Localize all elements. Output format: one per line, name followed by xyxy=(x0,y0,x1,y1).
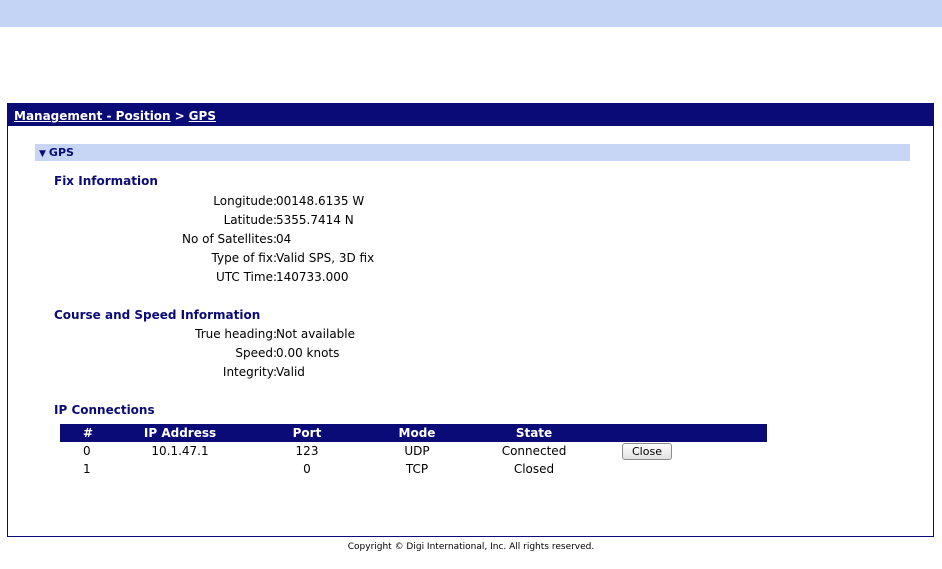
cell-port: 0 xyxy=(303,462,311,476)
cell-state: Connected xyxy=(501,444,567,458)
main-panel: Management - Position > GPS ▼ GPS Fix Infor… xyxy=(7,103,934,537)
cell-mode: TCP xyxy=(405,462,429,476)
latitude-label: Latitude: xyxy=(223,213,277,227)
fix-info-title: Fix Information xyxy=(54,174,158,188)
table-header-row: # IP Address Port Mode State xyxy=(60,424,767,442)
fix-type-value: Valid SPS, 3D fix xyxy=(276,251,375,265)
satellites-value: 04 xyxy=(276,232,292,246)
section-header-gps[interactable]: ▼ GPS xyxy=(35,144,910,161)
breadcrumb-link-gps[interactable]: GPS xyxy=(189,109,216,123)
section-title: GPS xyxy=(48,146,74,159)
cell-state: Closed xyxy=(513,462,555,476)
satellites-label: No of Satellites: xyxy=(182,232,277,246)
col-header-state: State xyxy=(464,424,604,442)
cell-ip-address: 10.1.47.1 xyxy=(151,444,209,458)
ip-connections-table: # IP Address Port Mode State 0 10.1.47.1… xyxy=(60,424,767,478)
col-header-num: # xyxy=(60,424,116,442)
speed-value: 0.00 knots xyxy=(276,346,340,360)
true-heading-label: True heading: xyxy=(195,327,277,341)
breadcrumb-separator: > xyxy=(174,109,185,123)
fix-type-label: Type of fix: xyxy=(211,251,277,265)
cell-num: 0 xyxy=(83,444,91,458)
utc-time-value: 140733.000 xyxy=(276,270,349,284)
cell-port: 123 xyxy=(295,444,319,458)
integrity-label: Integrity: xyxy=(222,365,277,379)
table-row: 1 0 TCP Closed xyxy=(60,460,767,478)
top-banner-band xyxy=(0,0,942,27)
cell-ip-address xyxy=(116,460,244,478)
copyright-footer: Copyright © Digi International, Inc. All… xyxy=(347,542,595,552)
cell-action: Close xyxy=(604,442,767,460)
longitude-label: Longitude: xyxy=(213,194,277,208)
cell-mode: UDP xyxy=(404,444,430,458)
table-row: 0 10.1.47.1 123 UDP Connected Close xyxy=(60,442,767,460)
latitude-value: 5355.7414 N xyxy=(276,213,354,227)
longitude-value: 00148.6135 W xyxy=(276,194,365,208)
speed-label: Speed: xyxy=(235,346,277,360)
breadcrumb-link-management-position[interactable]: Management - Position xyxy=(14,109,171,123)
close-connection-button[interactable]: Close xyxy=(622,442,672,460)
collapse-triangle-icon[interactable]: ▼ xyxy=(39,146,46,163)
ip-connections-title: IP Connections xyxy=(54,403,155,417)
col-header-mode: Mode xyxy=(370,424,464,442)
cell-action xyxy=(604,460,767,478)
col-header-ip-address: IP Address xyxy=(116,424,244,442)
breadcrumb: Management - Position > GPS xyxy=(8,104,933,126)
course-info-title: Course and Speed Information xyxy=(54,308,261,322)
cell-num: 1 xyxy=(83,462,91,476)
utc-time-label: UTC Time: xyxy=(215,270,277,284)
col-header-port: Port xyxy=(244,424,370,442)
col-header-action xyxy=(604,424,767,442)
integrity-value: Valid xyxy=(276,365,305,379)
true-heading-value: Not available xyxy=(276,327,356,341)
